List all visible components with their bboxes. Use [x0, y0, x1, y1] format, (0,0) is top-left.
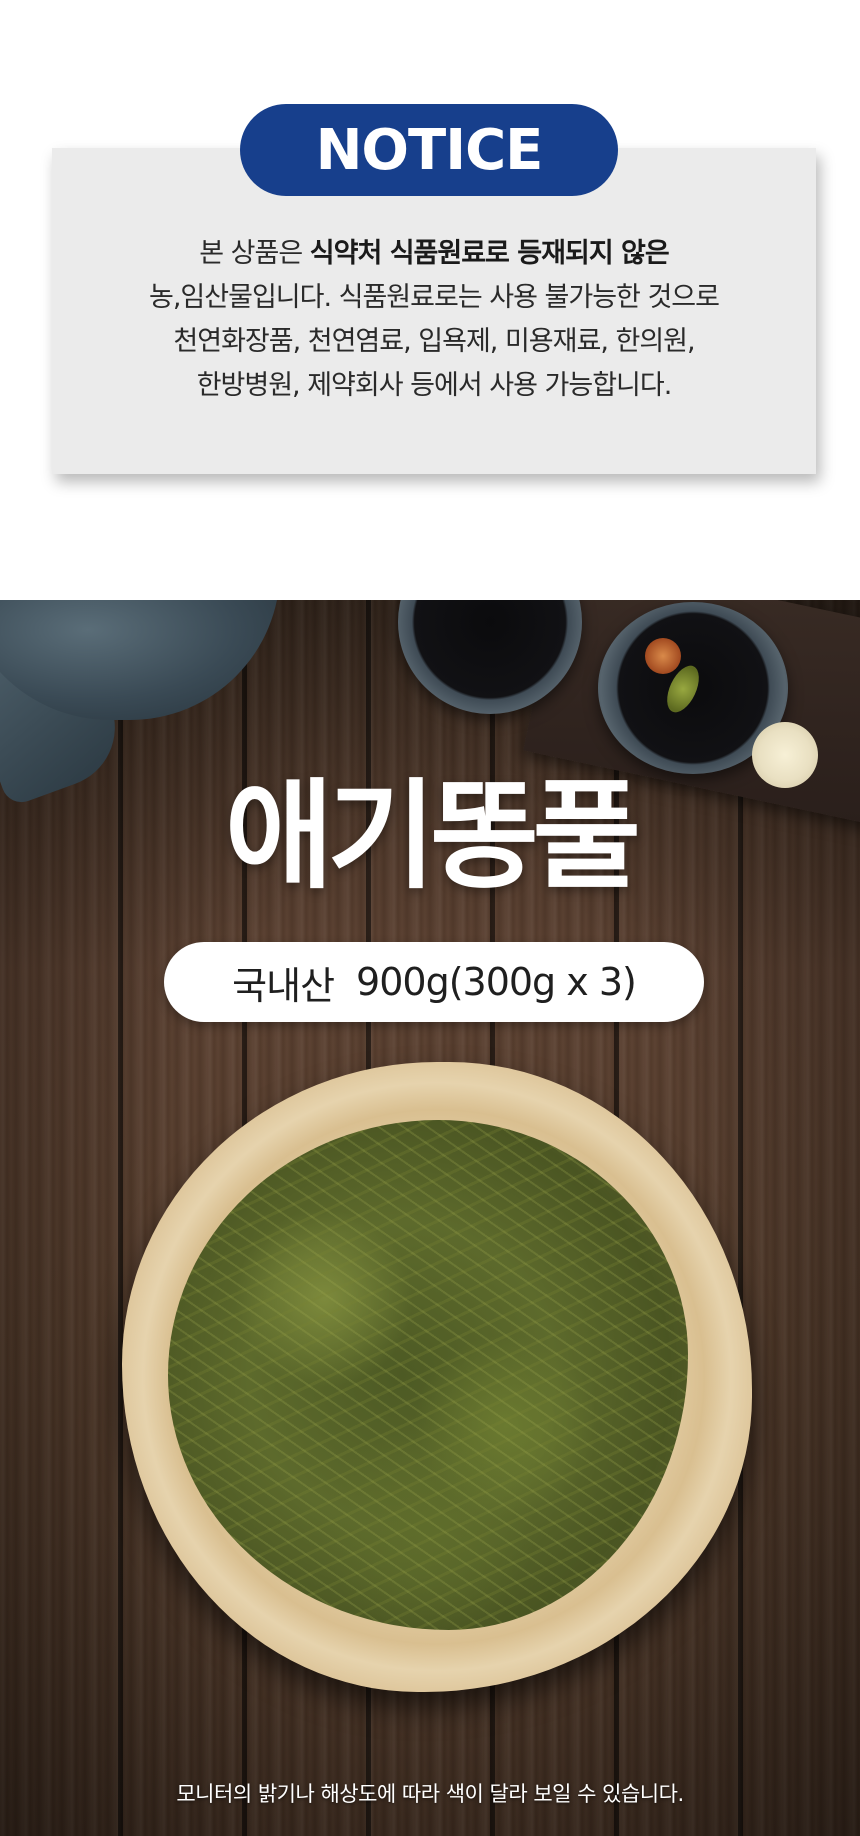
dried-flower-image [645, 638, 681, 674]
notice-text: 본 상품은 식약처 식품원료로 등재되지 않은 농,임산물입니다. 식품원료로는… [52, 232, 816, 408]
product-weight: 900g(300g x 3) [356, 960, 637, 1004]
product-spec-pill: 국내산 900g(300g x 3) [164, 942, 704, 1022]
notice-line-2: 농,임산물입니다. 식품원료로는 사용 불가능한 것으로 [149, 282, 720, 313]
notice-badge: NOTICE [240, 104, 618, 196]
notice-line-3: 천연화장품, 천연염료, 입욕제, 미용재료, 한의원, [173, 326, 695, 357]
notice-line-1: 본 상품은 식약처 식품원료로 등재되지 않은 [52, 232, 816, 276]
product-title: 애기똥풀 [224, 767, 641, 905]
product-section: 애기똥풀 국내산 900g(300g x 3) 모니터의 밝기나 해상도에 따라… [0, 600, 860, 1836]
notice-line-1-bold: 식약처 식품원료로 등재되지 않은 [309, 238, 670, 269]
color-disclaimer: 모니터의 밝기나 해상도에 따라 색이 달라 보일 수 있습니다. [176, 1782, 684, 1806]
notice-section: NOTICE 본 상품은 식약처 식품원료로 등재되지 않은 농,임산물입니다.… [0, 0, 860, 600]
notice-line-4: 한방병원, 제약회사 등에서 사용 가능합니다. [196, 370, 673, 401]
product-origin: 국내산 [232, 963, 335, 1008]
notice-line-1-normal: 본 상품은 [199, 238, 310, 269]
